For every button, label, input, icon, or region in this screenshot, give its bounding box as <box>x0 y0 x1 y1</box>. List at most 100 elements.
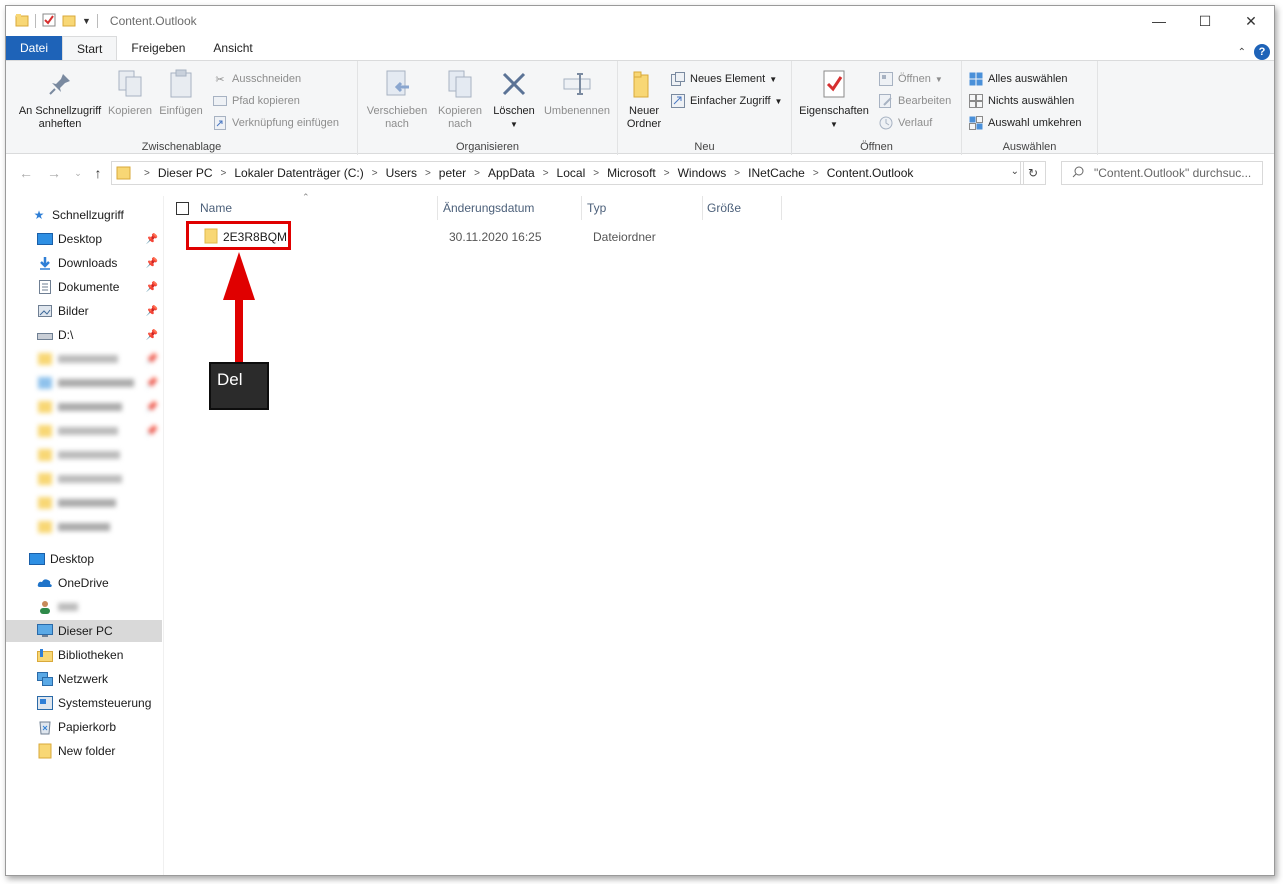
sidebar-item-redacted[interactable]: 📌 <box>6 372 162 394</box>
file-type-cell: Dateiordner <box>593 230 656 244</box>
breadcrumb-this-pc[interactable]: Dieser PC <box>158 166 213 180</box>
delete-button[interactable]: Löschen ▼ <box>490 67 538 131</box>
divider <box>96 14 98 28</box>
collapse-ribbon-icon[interactable]: ⌃ <box>1238 47 1246 58</box>
history-button[interactable]: Verlauf <box>878 113 932 133</box>
sidebar-item-libraries[interactable]: Bibliotheken <box>6 644 162 666</box>
window-title: Content.Outlook <box>109 14 197 28</box>
group-open: Eigenschaften ▼ Öffnen ▼ Bearbeiten Verla… <box>792 61 962 155</box>
breadcrumb-microsoft[interactable]: Microsoft <box>607 166 656 180</box>
folder-icon <box>627 67 661 101</box>
forward-arrow-icon[interactable]: → <box>44 163 64 183</box>
sidebar-item-quick-access[interactable]: ★ Schnellzugriff <box>6 204 162 226</box>
up-arrow-icon[interactable]: ↑ <box>88 163 108 183</box>
column-header-size[interactable]: Größe <box>707 196 783 220</box>
pin-quick-access-button[interactable]: An Schnellzugriff anheften <box>12 67 108 131</box>
highlight-box <box>186 221 291 250</box>
breadcrumb-local-disk[interactable]: Lokaler Datenträger (C:) <box>234 166 363 180</box>
shortcut-icon <box>212 115 228 131</box>
folder-icon <box>116 164 132 183</box>
breadcrumb-inetcache[interactable]: INetCache <box>748 166 805 180</box>
tab-share[interactable]: Freigeben <box>117 36 199 60</box>
properties-icon[interactable] <box>42 13 56 30</box>
sidebar-item-onedrive[interactable]: OneDrive <box>6 572 162 594</box>
copy-path-button[interactable]: Pfad kopieren <box>212 91 300 111</box>
sidebar-item-documents[interactable]: Dokumente 📌 <box>6 276 162 298</box>
sidebar-item-new-folder[interactable]: New folder <box>6 740 162 762</box>
window-controls: — ☐ ✕ <box>1136 6 1274 36</box>
paste-button[interactable]: Einfügen <box>156 67 206 118</box>
sidebar-item-drive-d[interactable]: D:\ 📌 <box>6 324 162 346</box>
pin-icon <box>43 67 77 101</box>
column-header-name[interactable]: Name <box>200 196 440 220</box>
copy-to-button[interactable]: Kopieren nach <box>432 67 488 131</box>
sidebar-item-user[interactable] <box>6 596 162 618</box>
column-divider[interactable] <box>781 196 782 220</box>
chevron-right-icon: > <box>220 167 227 179</box>
sidebar-item-control-panel[interactable]: Systemsteuerung <box>6 692 162 714</box>
cut-button[interactable]: ✂ Ausschneiden <box>212 69 301 89</box>
sidebar-item-desktop[interactable]: Desktop <box>6 548 162 570</box>
sidebar-item-redacted[interactable]: 📌 <box>6 348 162 370</box>
chevron-down-icon: ▼ <box>774 96 783 106</box>
folder-icon <box>36 351 54 367</box>
breadcrumb-windows[interactable]: Windows <box>678 166 727 180</box>
breadcrumb-users[interactable]: Users <box>386 166 417 180</box>
sidebar-item-this-pc[interactable]: Dieser PC <box>6 620 162 642</box>
edit-button[interactable]: Bearbeiten <box>878 91 951 111</box>
select-none-button[interactable]: Nichts auswählen <box>968 91 1074 111</box>
sidebar-item-redacted[interactable]: 📌 <box>6 396 162 418</box>
column-divider[interactable] <box>702 196 703 220</box>
column-divider[interactable] <box>581 196 582 220</box>
maximize-button[interactable]: ☐ <box>1182 6 1228 36</box>
refresh-icon[interactable]: ↻ <box>1020 161 1046 185</box>
select-all-checkbox[interactable] <box>176 196 189 220</box>
copy-button[interactable]: Kopieren <box>106 67 154 118</box>
breadcrumb-appdata[interactable]: AppData <box>488 166 535 180</box>
close-button[interactable]: ✕ <box>1228 6 1274 36</box>
minimize-button[interactable]: — <box>1136 6 1182 36</box>
search-input[interactable]: "Content.Outlook" durchsuc... <box>1061 161 1263 185</box>
recent-locations-icon[interactable]: ⌄ <box>68 163 88 183</box>
tab-file[interactable]: Datei <box>6 36 63 60</box>
invert-selection-button[interactable]: Auswahl umkehren <box>968 113 1082 133</box>
sidebar-item-redacted[interactable] <box>6 468 162 490</box>
sidebar-item-redacted[interactable] <box>6 516 162 538</box>
folder-icon <box>15 13 29 30</box>
sidebar-item-network[interactable]: Netzwerk <box>6 668 162 690</box>
move-to-button[interactable]: Verschieben nach <box>362 67 432 131</box>
column-divider[interactable] <box>437 196 438 220</box>
breadcrumb-content-outlook[interactable]: Content.Outlook <box>827 166 914 180</box>
sidebar-item-desktop-pinned[interactable]: Desktop 📌 <box>6 228 162 250</box>
column-header-modified[interactable]: Änderungsdatum <box>443 196 583 220</box>
address-bar[interactable]: > Dieser PC > Lokaler Datenträger (C:) >… <box>111 161 1024 185</box>
select-all-button[interactable]: Alles auswählen <box>968 69 1068 89</box>
group-label-open: Öffnen <box>860 141 893 153</box>
chevron-down-icon[interactable]: ⌄ <box>1011 166 1019 177</box>
sidebar-item-redacted[interactable] <box>6 492 162 514</box>
new-folder-icon[interactable] <box>62 13 76 30</box>
help-icon[interactable]: ? <box>1254 44 1270 60</box>
pin-icon: 📌 <box>145 377 158 389</box>
properties-button[interactable]: Eigenschaften ▼ <box>796 67 872 131</box>
breadcrumb-local[interactable]: Local <box>557 166 586 180</box>
sidebar-item-downloads[interactable]: Downloads 📌 <box>6 252 162 274</box>
new-item-button[interactable]: Neues Element ▼ <box>670 69 777 89</box>
breadcrumb-peter[interactable]: peter <box>439 166 466 180</box>
customize-toolbar-icon[interactable]: ▼ <box>82 16 91 26</box>
rename-button[interactable]: Umbenennen <box>540 67 614 118</box>
tab-start[interactable]: Start <box>62 36 118 60</box>
sidebar-item-redacted[interactable]: 📌 <box>6 420 162 442</box>
sidebar-item-recycle-bin[interactable]: Papierkorb <box>6 716 162 738</box>
sidebar-item-redacted[interactable] <box>6 444 162 466</box>
paste-shortcut-button[interactable]: Verknüpfung einfügen <box>212 113 339 133</box>
tab-view[interactable]: Ansicht <box>199 36 266 60</box>
back-arrow-icon[interactable]: ← <box>16 163 36 183</box>
table-row[interactable]: 2E3R8BQM 30.11.2020 16:25 Dateiordner <box>188 226 888 248</box>
sidebar-item-pictures[interactable]: Bilder 📌 <box>6 300 162 322</box>
search-icon <box>1072 166 1084 181</box>
easy-access-button[interactable]: Einfacher Zugriff ▼ <box>670 91 782 111</box>
open-button[interactable]: Öffnen ▼ <box>878 69 943 89</box>
column-header-type[interactable]: Typ <box>587 196 703 220</box>
new-folder-button[interactable]: Neuer Ordner <box>622 67 666 131</box>
